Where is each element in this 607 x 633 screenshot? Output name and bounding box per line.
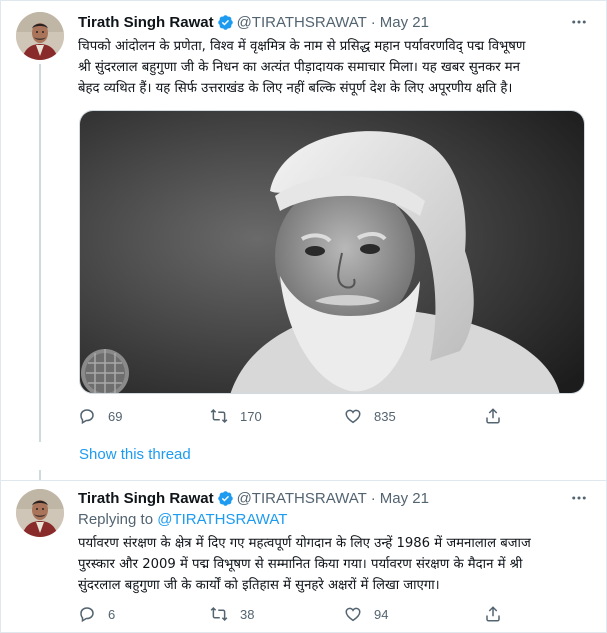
- tweet-text-line: पर्यावरण संरक्षण के क्षेत्र में दिए गए म…: [78, 536, 531, 551]
- share-icon: [486, 408, 500, 424]
- share-button[interactable]: [484, 404, 502, 428]
- author-handle[interactable]: @TIRATHSRAWAT: [237, 14, 367, 31]
- author-name[interactable]: Tirath Singh Rawat: [78, 490, 214, 507]
- reply-count: 69: [108, 408, 123, 424]
- replying-to-label: Replying to: [78, 511, 154, 528]
- tweet-text-line: सुंदरलाल बहुगुणा जी के कार्यों को इतिहास…: [78, 578, 440, 593]
- like-count: 835: [374, 408, 396, 424]
- tweet-text-line: बेहद व्यथित हैं। यह सिर्फ उत्तराखंड के ल…: [78, 81, 513, 96]
- retweet-icon: [210, 606, 228, 622]
- retweet-icon: [210, 408, 228, 424]
- retweet-button[interactable]: 170: [210, 404, 262, 428]
- reply-button[interactable]: 6: [78, 602, 115, 626]
- tweet-date[interactable]: May 21: [380, 14, 429, 31]
- avatar[interactable]: [16, 12, 64, 60]
- share-icon: [486, 606, 500, 622]
- thread-connector-line: [39, 470, 41, 480]
- share-button[interactable]: [484, 602, 502, 626]
- tweet-text-line: चिपको आंदोलन के प्रणेता, विश्व में वृक्ष…: [78, 39, 526, 54]
- avatar-image: [16, 12, 64, 60]
- reply-icon: [80, 409, 94, 425]
- tweet-actions: 6 38 94: [78, 602, 508, 626]
- like-button[interactable]: 835: [344, 404, 396, 428]
- tweet-2[interactable]: Tirath Singh Rawat @TIRATHSRAWAT · May 2…: [0, 480, 607, 633]
- tweet-text-line: श्री सुंदरलाल बहुगुणा जी के निधन का अत्य…: [78, 60, 521, 75]
- more-icon[interactable]: [567, 488, 591, 508]
- tweet-date[interactable]: May 21: [380, 490, 429, 507]
- retweet-count: 38: [240, 606, 255, 622]
- avatar-image: [16, 489, 64, 537]
- separator-dot: ·: [370, 13, 376, 31]
- replying-to-handle-link[interactable]: @TIRATHSRAWAT: [157, 511, 287, 528]
- tweet-header: Tirath Singh Rawat @TIRATHSRAWAT · May 2…: [78, 12, 591, 32]
- reply-button[interactable]: 69: [78, 404, 122, 428]
- tweet-text: चिपको आंदोलन के प्रणेता, विश्व में वृक्ष…: [78, 36, 593, 99]
- retweet-button[interactable]: 38: [210, 602, 254, 626]
- replying-to: Replying to @TIRATHSRAWAT: [78, 511, 287, 528]
- avatar[interactable]: [16, 489, 64, 537]
- tweet-1[interactable]: Tirath Singh Rawat @TIRATHSRAWAT · May 2…: [0, 0, 607, 480]
- like-icon: [345, 409, 361, 424]
- tweet-text-line: पुरस्कार और 2009 में पद्म विभूषण से सम्म…: [78, 557, 523, 572]
- tweet-actions: 69 170 835: [78, 404, 508, 428]
- tweet-header: Tirath Singh Rawat @TIRATHSRAWAT · May 2…: [78, 488, 591, 508]
- verified-badge-icon: [217, 490, 233, 506]
- author-handle[interactable]: @TIRATHSRAWAT: [237, 490, 367, 507]
- thread-connector-line: [39, 64, 41, 436]
- tweet-photo[interactable]: [79, 110, 585, 394]
- like-count: 94: [374, 606, 389, 622]
- show-thread-link[interactable]: Show this thread: [79, 446, 191, 463]
- reply-count: 6: [108, 606, 116, 622]
- more-icon[interactable]: [567, 12, 591, 32]
- thread-connector-line: [39, 436, 41, 442]
- verified-badge-icon: [217, 14, 233, 30]
- like-button[interactable]: 94: [344, 602, 388, 626]
- author-name[interactable]: Tirath Singh Rawat: [78, 14, 214, 31]
- like-icon: [345, 607, 361, 622]
- reply-icon: [80, 607, 94, 623]
- separator-dot: ·: [370, 489, 376, 507]
- portrait-photo: [80, 111, 584, 393]
- tweet-text: पर्यावरण संरक्षण के क्षेत्र में दिए गए म…: [78, 533, 593, 596]
- retweet-count: 170: [240, 408, 262, 424]
